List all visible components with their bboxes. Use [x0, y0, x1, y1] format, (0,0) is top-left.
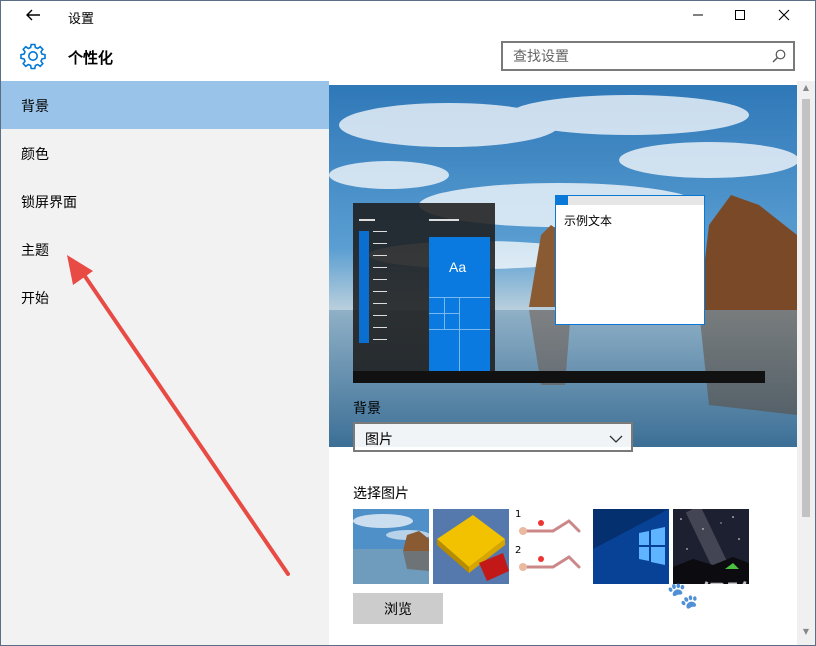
thumbnail-windows-logo[interactable] [593, 509, 669, 584]
sidebar-item-lock-screen[interactable]: 锁屏界面 [1, 177, 329, 225]
sidebar: 背景 颜色 锁屏界面 主题 开始 [1, 81, 329, 645]
background-preview: Aa 示例文本 背景 [329, 85, 797, 447]
minimize-button[interactable] [675, 1, 721, 33]
scroll-up-icon[interactable]: ▲ [800, 83, 812, 93]
sidebar-item-background[interactable]: 背景 [1, 81, 329, 129]
sidebar-item-colors[interactable]: 颜色 [1, 129, 329, 177]
title-bar: 设置 [1, 1, 815, 33]
background-label: 背景 [353, 401, 381, 417]
sidebar-item-label: 开始 [21, 291, 49, 307]
background-type-dropdown[interactable]: 图片 [353, 422, 633, 452]
content-pane: Aa 示例文本 背景 图片 选择图片 1 2 浏览 [329, 81, 797, 645]
taskbar-mockup [353, 371, 765, 383]
start-menu-mockup: Aa [353, 203, 495, 371]
sidebar-item-themes[interactable]: 主题 [1, 225, 329, 273]
thumbnail-yellow-device[interactable] [433, 509, 509, 584]
settings-window: 设置 个性化 背景 [0, 0, 816, 646]
sidebar-item-start[interactable]: 开始 [1, 273, 329, 321]
sidebar-item-label: 主题 [21, 243, 49, 259]
thumbnail-night-sky[interactable] [673, 509, 749, 584]
thumbnail-exercise[interactable]: 1 2 [513, 509, 589, 584]
search-input[interactable] [511, 46, 765, 68]
gear-icon [18, 41, 48, 71]
maximize-button[interactable] [717, 1, 763, 33]
search-box[interactable] [501, 41, 795, 71]
page-header: 个性化 [1, 33, 815, 81]
sidebar-item-label: 锁屏界面 [21, 195, 77, 211]
live-tile: Aa [429, 237, 490, 371]
window-title: 设置 [68, 12, 95, 27]
thumbnail-beach[interactable] [353, 509, 429, 584]
page-title: 个性化 [68, 49, 114, 67]
search-icon[interactable] [771, 48, 787, 64]
chevron-down-icon [609, 431, 623, 445]
scrollbar-thumb[interactable] [802, 99, 810, 517]
watermark-logo: Bai🐾经验 [623, 580, 754, 610]
baidu-watermark: Bai🐾经验 jingyan.baidu.com [623, 575, 813, 635]
sidebar-item-label: 背景 [21, 99, 49, 115]
sample-window: 示例文本 [555, 195, 705, 325]
dropdown-value: 图片 [365, 432, 393, 448]
browse-button[interactable]: 浏览 [353, 593, 443, 624]
close-button[interactable] [761, 1, 807, 33]
choose-picture-label: 选择图片 [353, 486, 409, 502]
tile-text: Aa [449, 259, 467, 275]
sidebar-item-label: 颜色 [21, 147, 49, 163]
back-arrow-icon[interactable] [23, 7, 43, 27]
watermark-url: jingyan.baidu.com [627, 613, 724, 627]
sample-text: 示例文本 [564, 214, 613, 228]
scrollbar[interactable]: ▲ ▼ [797, 81, 815, 645]
